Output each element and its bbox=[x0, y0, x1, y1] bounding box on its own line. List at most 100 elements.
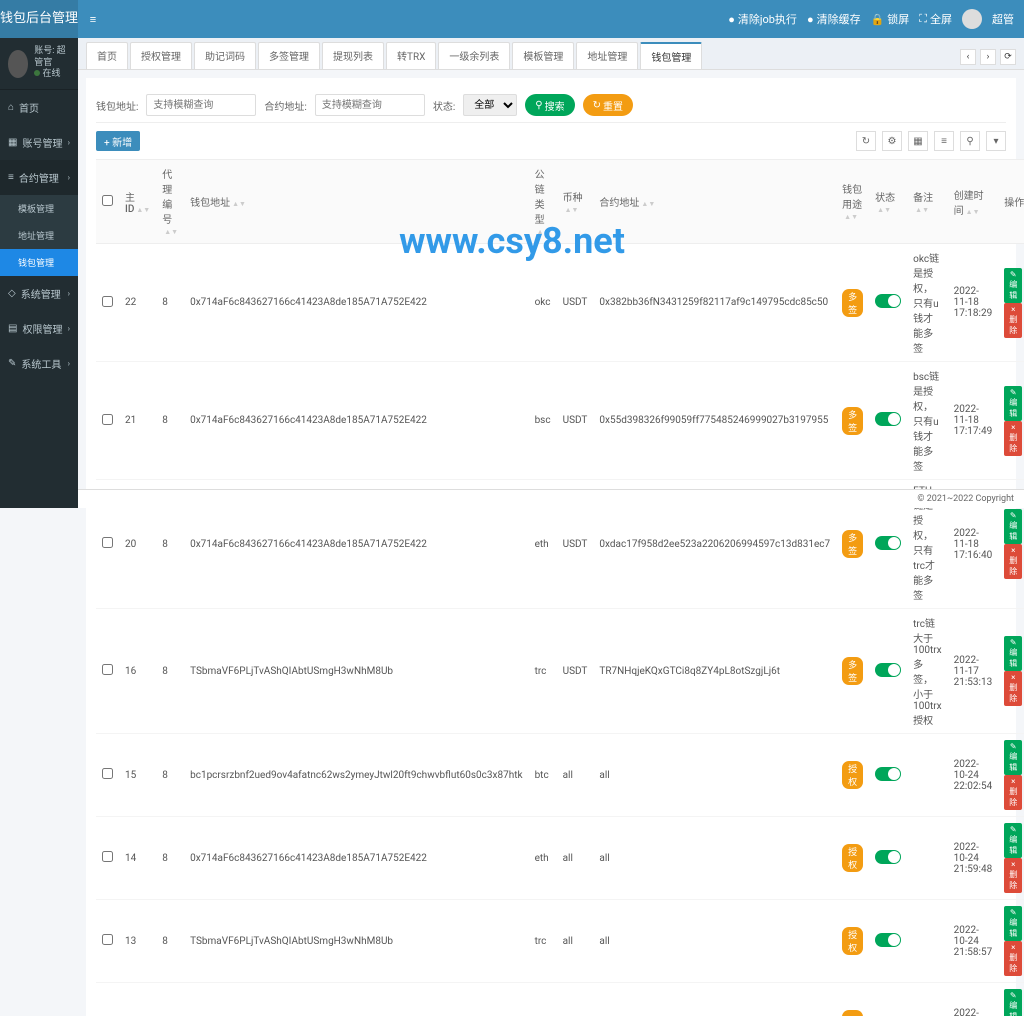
row-checkbox[interactable] bbox=[102, 851, 113, 862]
header-btn[interactable]: ⛶全屏 bbox=[919, 11, 952, 27]
sidebar-item[interactable]: ◇系统管理› bbox=[0, 276, 78, 311]
row-checkbox[interactable] bbox=[102, 414, 113, 425]
toolbar-icon[interactable]: ⚙ bbox=[882, 131, 902, 151]
status-toggle[interactable] bbox=[875, 412, 901, 426]
column-header[interactable]: 主ID▲▼ bbox=[119, 160, 156, 244]
cell-waddr: TSbmaVF6PLjTvAShQIAbtUSmgH3wNhM8Ub bbox=[184, 900, 528, 983]
header-btn[interactable]: 🔒锁屏 bbox=[871, 11, 910, 27]
row-checkbox[interactable] bbox=[102, 296, 113, 307]
delete-button[interactable]: ×删除 bbox=[1004, 671, 1022, 706]
column-header[interactable]: 状态▲▼ bbox=[869, 160, 907, 244]
select-all-checkbox[interactable] bbox=[102, 195, 113, 206]
status-toggle[interactable] bbox=[875, 294, 901, 308]
tab[interactable]: 多签管理 bbox=[258, 42, 320, 69]
tabs: 首页授权管理助记词码多签管理提现列表转TRX一级余列表模板管理地址管理钱包管理 … bbox=[78, 38, 1024, 70]
cell-waddr: 0x714aF6c843627166c41423A8de185A71A752E4… bbox=[184, 817, 528, 900]
toolbar-icon[interactable]: ≡ bbox=[934, 131, 954, 151]
column-header[interactable]: 公链类型▲▼ bbox=[529, 160, 557, 244]
sidebar-toggle[interactable]: ≡ bbox=[78, 13, 108, 26]
delete-button[interactable]: ×删除 bbox=[1004, 775, 1022, 810]
cell-caddr: TR7NHqjeKQxGTCi8q8ZY4pL8otSzgjLj6t bbox=[593, 609, 836, 734]
sidebar-subitem[interactable]: 模板管理 bbox=[0, 195, 78, 222]
column-header[interactable]: 钱包用途▲▼ bbox=[836, 160, 869, 244]
delete-button[interactable]: ×删除 bbox=[1004, 303, 1022, 338]
column-header[interactable]: 钱包地址▲▼ bbox=[184, 160, 528, 244]
tab[interactable]: 模板管理 bbox=[512, 42, 574, 69]
edit-button[interactable]: ✎编辑 bbox=[1004, 823, 1022, 858]
column-header[interactable]: 币种▲▼ bbox=[557, 160, 594, 244]
username[interactable]: 超管 bbox=[992, 11, 1014, 27]
tab-control-icon[interactable]: ‹ bbox=[960, 49, 976, 65]
toolbar-icon[interactable]: ▾ bbox=[986, 131, 1006, 151]
toolbar-icon[interactable]: ▦ bbox=[908, 131, 928, 151]
sidebar-item[interactable]: ✎系统工具› bbox=[0, 346, 78, 381]
edit-button[interactable]: ✎编辑 bbox=[1004, 636, 1022, 671]
tab[interactable]: 钱包管理 bbox=[640, 42, 702, 69]
table-row: 14 8 0x714aF6c843627166c41423A8de185A71A… bbox=[96, 817, 1024, 900]
tab[interactable]: 转TRX bbox=[386, 42, 436, 69]
column-header[interactable]: 操作 bbox=[998, 160, 1024, 244]
cell-caddr: all bbox=[593, 900, 836, 983]
reset-button[interactable]: ↻ 重置 bbox=[583, 94, 633, 116]
sidebar-subitem[interactable]: 钱包管理 bbox=[0, 249, 78, 276]
cell-caddr: all bbox=[593, 734, 836, 817]
delete-button[interactable]: ×删除 bbox=[1004, 544, 1022, 579]
usage-badge: 授权 bbox=[842, 927, 863, 955]
column-header[interactable] bbox=[96, 160, 119, 244]
tab-control-icon[interactable]: ⟳ bbox=[1000, 49, 1016, 65]
sidebar-item[interactable]: ▤权限管理› bbox=[0, 311, 78, 346]
avatar[interactable] bbox=[962, 9, 982, 29]
status-toggle[interactable] bbox=[875, 663, 901, 677]
cell-waddr: bc1pcrsrzbnf2ued9ov4afatnc62ws2ymeyJtwl2… bbox=[184, 734, 528, 817]
cell-id: 13 bbox=[119, 900, 156, 983]
contract-addr-input[interactable] bbox=[315, 94, 425, 116]
row-checkbox[interactable] bbox=[102, 934, 113, 945]
sidebar-item[interactable]: ▦账号管理› bbox=[0, 125, 78, 160]
column-header[interactable]: 合约地址▲▼ bbox=[593, 160, 836, 244]
cell-coin: all bbox=[557, 734, 594, 817]
table-row: 15 8 bc1pcrsrzbnf2ued9ov4afatnc62ws2ymey… bbox=[96, 734, 1024, 817]
edit-button[interactable]: ✎编辑 bbox=[1004, 509, 1022, 544]
status-toggle[interactable] bbox=[875, 850, 901, 864]
tab[interactable]: 首页 bbox=[86, 42, 128, 69]
tab[interactable]: 提现列表 bbox=[322, 42, 384, 69]
column-header[interactable]: 备注▲▼ bbox=[907, 160, 947, 244]
row-checkbox[interactable] bbox=[102, 537, 113, 548]
toolbar-icon[interactable]: ↻ bbox=[856, 131, 876, 151]
status-toggle[interactable] bbox=[875, 767, 901, 781]
sidebar-item[interactable]: ≡合约管理› bbox=[0, 160, 78, 195]
tab-control-icon[interactable]: › bbox=[980, 49, 996, 65]
cell-chain: eth bbox=[529, 817, 557, 900]
tab[interactable]: 一级余列表 bbox=[438, 42, 510, 69]
tab[interactable]: 授权管理 bbox=[130, 42, 192, 69]
delete-button[interactable]: ×删除 bbox=[1004, 421, 1022, 456]
status-select[interactable]: 全部 bbox=[463, 94, 517, 116]
sidebar-subitem[interactable]: 地址管理 bbox=[0, 222, 78, 249]
edit-button[interactable]: ✎编辑 bbox=[1004, 906, 1022, 941]
status-toggle[interactable] bbox=[875, 933, 901, 947]
status-toggle[interactable] bbox=[875, 536, 901, 550]
sort-icon: ▲▼ bbox=[844, 213, 858, 221]
edit-button[interactable]: ✎编辑 bbox=[1004, 386, 1022, 421]
edit-button[interactable]: ✎编辑 bbox=[1004, 740, 1022, 775]
column-header[interactable]: 代理编号▲▼ bbox=[156, 160, 184, 244]
edit-button[interactable]: ✎编辑 bbox=[1004, 268, 1022, 303]
tab[interactable]: 地址管理 bbox=[576, 42, 638, 69]
header-btn[interactable]: ●清除缓存 bbox=[807, 11, 861, 27]
search-button[interactable]: ⚲ 搜索 bbox=[525, 94, 574, 116]
row-checkbox[interactable] bbox=[102, 664, 113, 675]
row-checkbox[interactable] bbox=[102, 768, 113, 779]
header-btn[interactable]: ●清除job执行 bbox=[728, 11, 797, 27]
edit-button[interactable]: ✎编辑 bbox=[1004, 989, 1022, 1016]
tab[interactable]: 助记词码 bbox=[194, 42, 256, 69]
sidebar-item[interactable]: ⌂首页 bbox=[0, 90, 78, 125]
cell-caddr: 0x382bb36fN3431259f82117af9c149795cdc85c… bbox=[593, 983, 836, 1016]
cell-chain: bsc bbox=[529, 362, 557, 480]
delete-button[interactable]: ×删除 bbox=[1004, 858, 1022, 893]
filters: 钱包地址: 合约地址: 状态: 全部 ⚲ 搜索 ↻ 重置 bbox=[96, 88, 1006, 123]
column-header[interactable]: 创建时间▲▼ bbox=[948, 160, 999, 244]
delete-button[interactable]: ×删除 bbox=[1004, 941, 1022, 976]
toolbar-icon[interactable]: ⚲ bbox=[960, 131, 980, 151]
add-button[interactable]: + 新增 bbox=[96, 131, 140, 151]
wallet-addr-input[interactable] bbox=[146, 94, 256, 116]
